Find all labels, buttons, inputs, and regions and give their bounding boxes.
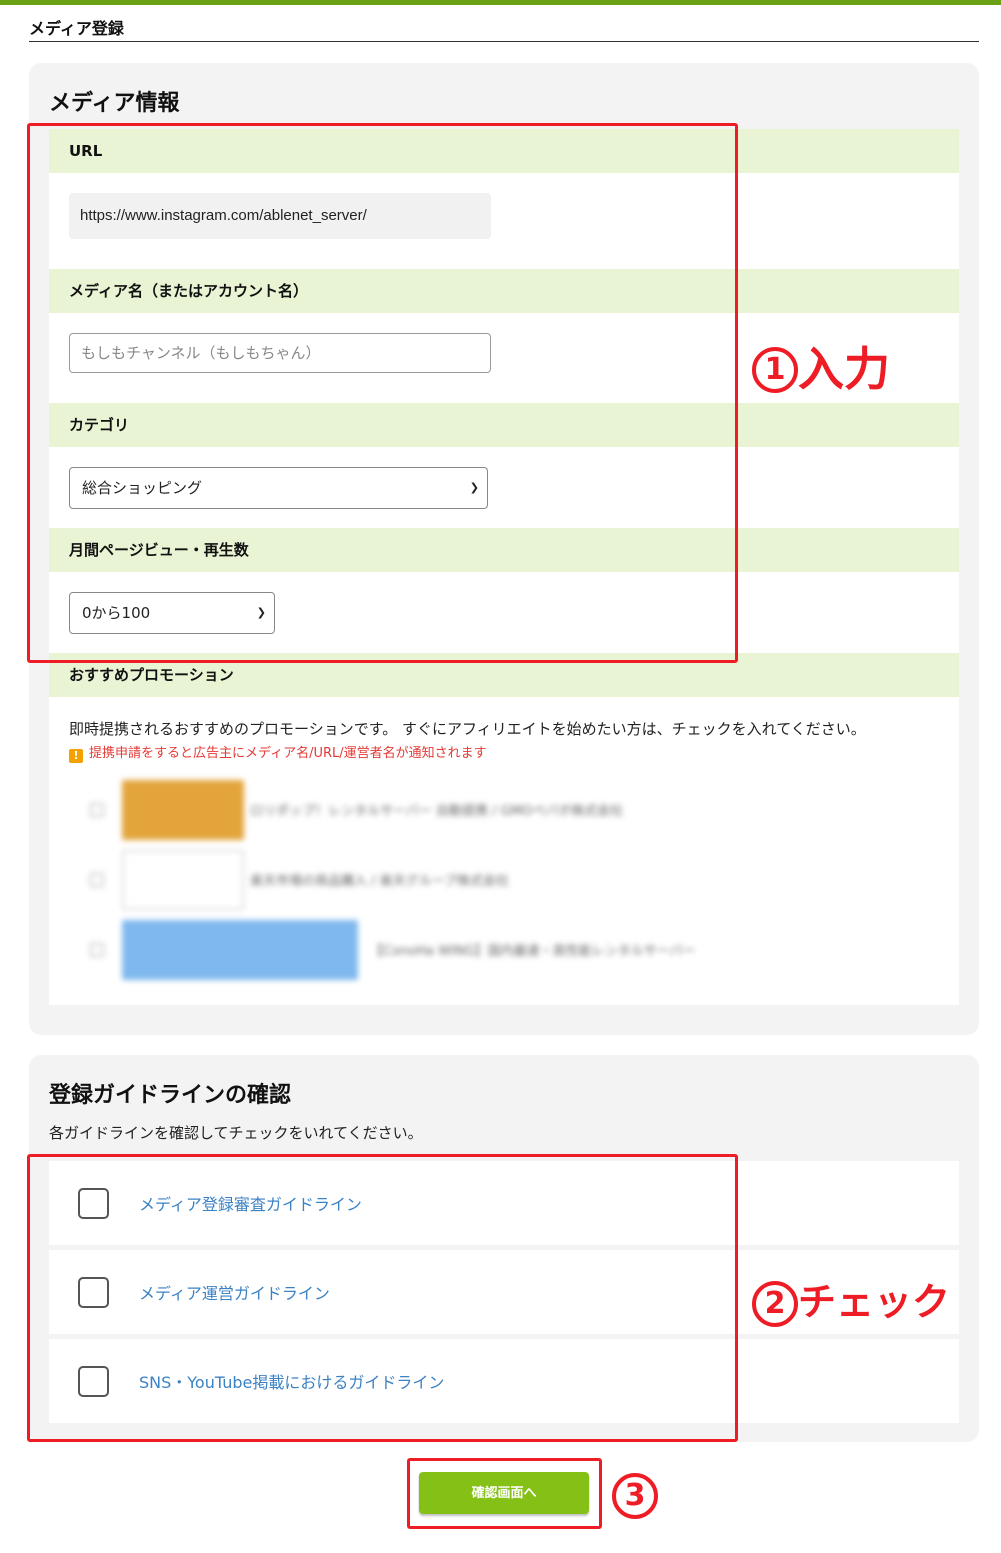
warning-icon: ! (69, 749, 83, 763)
promotion-warning: ! 提携申請をすると広告主にメディア名/URL/運営者名が通知されます (69, 742, 487, 763)
media-info-heading: メディア情報 (49, 91, 180, 116)
promotion-item-text: 楽天市場の商品購入 / 楽天グループ株式会社 (250, 874, 509, 889)
promotion-banner-image (122, 920, 358, 980)
annotation-step3-number: 3 (612, 1473, 658, 1519)
page-title: メディア登録 (29, 19, 124, 38)
promotion-item[interactable]: 【ConoHa WING】国内最速・高性能レンタルサーバー (90, 920, 890, 980)
promotion-checkbox[interactable] (90, 803, 104, 817)
annotation-box-step3 (407, 1458, 602, 1529)
annotation-step1-text: 入力 (798, 342, 890, 396)
promotion-checkbox[interactable] (90, 873, 104, 887)
annotation-step2: 2 チェック (752, 1271, 950, 1327)
guideline-subtitle: 各ガイドラインを確認してチェックをいれてください。 (49, 1124, 423, 1142)
annotation-step1: 1 入力 (752, 333, 890, 399)
promotion-description: 即時提携されるおすすめのプロモーションです。 すぐにアフィリエイトを始めたい方は… (69, 720, 866, 738)
promotion-banner-image (122, 780, 244, 840)
annotation-box-step2 (27, 1154, 738, 1442)
promotion-warning-text: 提携申請をすると広告主にメディア名/URL/運営者名が通知されます (89, 746, 487, 761)
promotion-item[interactable]: 楽天市場の商品購入 / 楽天グループ株式会社 (90, 850, 810, 910)
promotion-banner-image (122, 850, 244, 910)
annotation-box-step1 (27, 123, 738, 663)
guideline-heading: 登録ガイドラインの確認 (49, 1083, 292, 1108)
promotion-item-text: ロリポップ！レンタルサーバー 自動提携 / GMOペパボ株式会社 (250, 804, 624, 819)
promotion-item[interactable]: ロリポップ！レンタルサーバー 自動提携 / GMOペパボ株式会社 (90, 780, 810, 840)
annotation-step1-number: 1 (752, 347, 798, 393)
annotation-step3: 3 (612, 1473, 658, 1519)
annotation-step2-number: 2 (752, 1281, 798, 1327)
top-accent-bar (0, 0, 1001, 5)
annotation-step2-text: チェック (798, 1280, 951, 1324)
promotion-item-text: 【ConoHa WING】国内最速・高性能レンタルサーバー (370, 944, 696, 959)
title-divider (29, 41, 979, 42)
promotion-checkbox[interactable] (90, 943, 104, 957)
